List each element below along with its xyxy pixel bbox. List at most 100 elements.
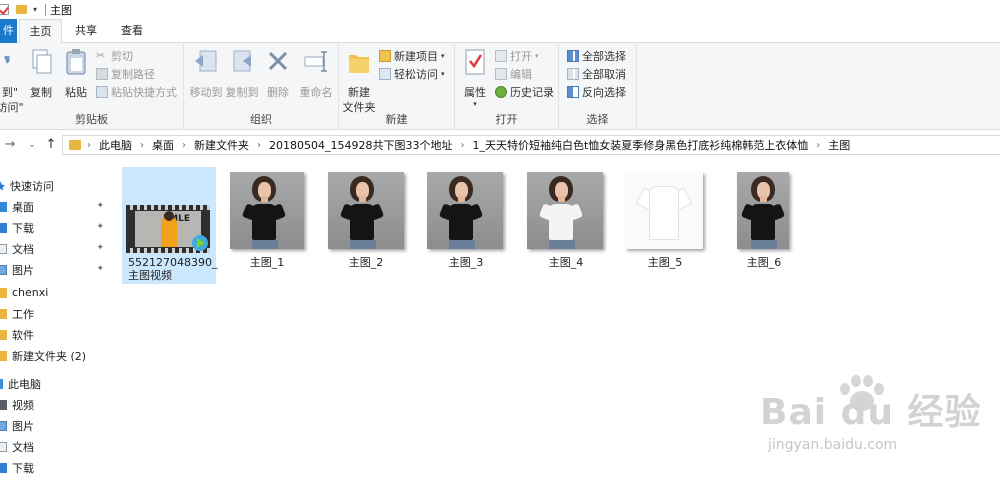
pin-icon[interactable]: ✦ (96, 201, 104, 211)
copy-path-button[interactable]: 复制路径 (96, 65, 155, 82)
tab-share[interactable]: 共享 (64, 19, 108, 43)
nav-folder-software[interactable]: 软件 (0, 324, 112, 345)
tab-home[interactable]: 主页 (19, 19, 62, 44)
file-item-image-2[interactable]: 主图_2 (319, 167, 413, 284)
organize-group: 移动到 复制到 删除 重命名 组织 (184, 43, 339, 130)
ribbon-tabs: 件 主页 共享 查看 (0, 19, 1000, 44)
chevron-right-icon[interactable]: › (182, 140, 186, 151)
nav-folder-work[interactable]: 工作 (0, 303, 112, 324)
nav-desktop[interactable]: 桌面 ✦ (0, 196, 112, 217)
edit-icon (495, 67, 507, 80)
copy-label: 复制 (30, 86, 52, 99)
select-none-icon (567, 67, 579, 80)
new-folder-button[interactable]: 新建 文件夹 (341, 47, 377, 115)
nav-this-pc[interactable]: 此电脑 (0, 373, 112, 394)
breadcrumb-new-folder[interactable]: 新建文件夹 (194, 137, 249, 153)
computer-icon (0, 378, 3, 389)
select-all-label: 全部选择 (582, 49, 626, 63)
properties-check-icon[interactable] (0, 4, 9, 15)
chevron-right-icon[interactable]: › (140, 140, 144, 151)
pin-icon[interactable]: ✦ (96, 243, 104, 253)
pin-icon[interactable]: ✦ (96, 222, 104, 232)
recent-dropdown-icon[interactable]: ⌄ (25, 136, 39, 154)
new-item-button[interactable]: 新建项目 ▾ (379, 47, 445, 64)
nav-pc-downloads-label: 下载 (12, 461, 34, 475)
breadcrumb-this-pc[interactable]: 此电脑 (99, 137, 132, 153)
new-item-icon (379, 49, 391, 62)
customize-dropdown-icon[interactable]: ▾ (33, 5, 37, 14)
cut-button[interactable]: ✂ 剪切 (96, 47, 133, 64)
copy-button[interactable]: 复制 (27, 47, 55, 100)
nav-quick-access[interactable]: 快速访问 (0, 175, 112, 196)
select-all-button[interactable]: 全部选择 (567, 47, 626, 64)
file-item-image-6[interactable]: 主图_6 (717, 167, 811, 284)
move-to-button[interactable]: 移动到 (188, 47, 224, 100)
chevron-right-icon[interactable]: › (257, 140, 261, 151)
paste-shortcut-icon (96, 85, 108, 98)
ribbon: 到" 访问" 复制 粘贴 ✂ 剪切 复制路径 粘贴快捷方式 剪贴板 移动到 复制… (0, 43, 1000, 130)
open-button[interactable]: 打开 ▾ (495, 47, 539, 64)
star-icon (0, 181, 5, 190)
back-arrow-icon[interactable]: → (3, 136, 17, 154)
copy-to-button[interactable]: 复制到 (224, 47, 260, 100)
breadcrumb-main-images[interactable]: 主图 (828, 137, 850, 153)
up-arrow-icon[interactable]: ↑ (44, 136, 58, 154)
nav-pc-documents[interactable]: 文档 (0, 436, 112, 457)
clipboard-group-label: 剪贴板 (75, 113, 108, 126)
nav-videos[interactable]: 视频 (0, 394, 112, 415)
file-item-image-4[interactable]: 主图_4 (519, 167, 613, 284)
invert-selection-button[interactable]: 反向选择 (567, 83, 626, 100)
folder-icon (0, 308, 7, 319)
rename-button[interactable]: 重命名 (296, 47, 336, 100)
navigation-pane: 快速访问 桌面 ✦ 下载 ✦ 文档 ✦ 图片 ✦ chenxi 工作 软件 新建… (0, 172, 112, 479)
file-name: 主图_6 (746, 256, 782, 269)
history-label: 历史记录 (510, 85, 554, 99)
easy-access-button[interactable]: 轻松访问 ▾ (379, 65, 445, 82)
open-icon (495, 49, 507, 62)
nav-pc-pictures[interactable]: 图片 (0, 415, 112, 436)
pin-quick-access-button[interactable]: 到" 访问" (0, 47, 24, 115)
address-bar[interactable]: › 此电脑 › 桌面 › 新建文件夹 › 20180504_154928共下图3… (62, 135, 1000, 155)
nav-documents-label: 文档 (12, 242, 34, 256)
tab-file[interactable]: 件 (0, 19, 17, 43)
properties-button[interactable]: 属性 ▾ (459, 47, 491, 108)
open-label: 打开 (510, 49, 532, 63)
chevron-right-icon[interactable]: › (460, 140, 464, 151)
history-icon (495, 85, 507, 98)
file-item-video[interactable]: EMLE 552127048390_ 主图视频 (122, 167, 217, 284)
paste-shortcut-button[interactable]: 粘贴快捷方式 (96, 83, 177, 100)
paste-button[interactable]: 粘贴 (62, 47, 90, 100)
nav-quick-access-label: 快速访问 (10, 179, 54, 193)
nav-folder-chenxi[interactable]: chenxi (0, 282, 112, 303)
file-item-image-1[interactable]: 主图_1 (220, 167, 314, 284)
nav-desktop-label: 桌面 (12, 200, 34, 214)
invert-selection-icon (567, 85, 579, 98)
chevron-right-icon[interactable]: › (816, 140, 820, 151)
easy-access-label: 轻松访问 (394, 67, 438, 81)
film-strip-icon (126, 205, 210, 210)
new-folder-icon[interactable] (16, 5, 27, 14)
nav-documents[interactable]: 文档 ✦ (0, 238, 112, 259)
history-button[interactable]: 历史记录 (495, 83, 554, 100)
breadcrumb-product-folder[interactable]: 1_天天特价短袖纯白色t恤女装夏季修身黑色打底衫纯棉韩范上衣体恤 (472, 137, 808, 153)
nav-pictures[interactable]: 图片 ✦ (0, 259, 112, 280)
select-none-button[interactable]: 全部取消 (567, 65, 626, 82)
easy-access-icon (379, 67, 391, 80)
delete-button[interactable]: 删除 (264, 47, 292, 100)
person-head (164, 211, 174, 221)
file-item-image-3[interactable]: 主图_3 (419, 167, 513, 284)
folder-icon (0, 287, 7, 298)
delete-label: 删除 (267, 86, 289, 99)
properties-icon (465, 49, 485, 75)
pin-icon[interactable]: ✦ (96, 264, 104, 274)
file-item-image-5[interactable]: 主图_5 (618, 167, 712, 284)
edit-button[interactable]: 编辑 (495, 65, 532, 82)
chevron-right-icon[interactable]: › (87, 140, 91, 151)
nav-folder-new-2[interactable]: 新建文件夹 (2) (0, 345, 112, 366)
breadcrumb-desktop[interactable]: 桌面 (152, 137, 174, 153)
select-group-label: 选择 (586, 113, 609, 126)
nav-pc-downloads[interactable]: 下载 (0, 457, 112, 478)
breadcrumb-download-folder[interactable]: 20180504_154928共下图33个地址 (269, 137, 452, 153)
tab-view[interactable]: 查看 (110, 19, 154, 43)
nav-downloads[interactable]: 下载 ✦ (0, 217, 112, 238)
